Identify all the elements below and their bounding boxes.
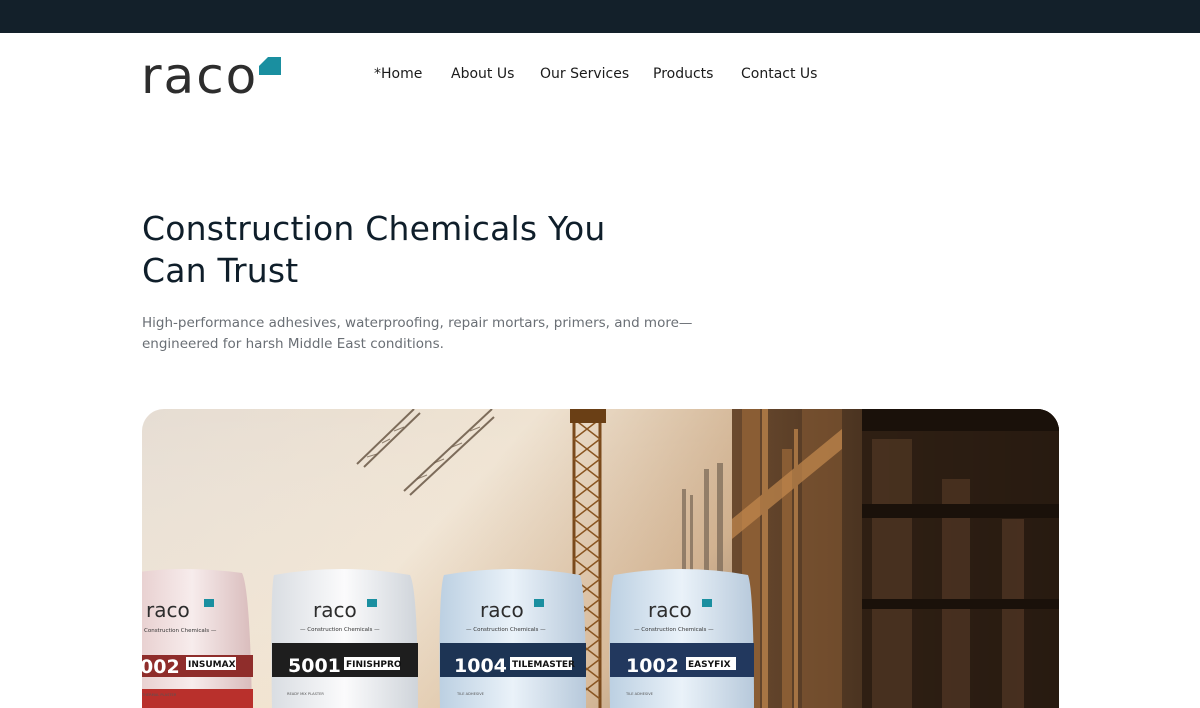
hero-subtitle: High-performance adhesives, waterproofin… — [142, 313, 702, 355]
nav-about-us[interactable]: About Us — [451, 66, 514, 82]
svg-text:TILE ADHESIVE: TILE ADHESIVE — [625, 692, 654, 696]
svg-text:raco: raco — [648, 598, 692, 622]
svg-text:READY MIX PLASTER: READY MIX PLASTER — [287, 692, 324, 696]
nav-products[interactable]: Products — [653, 66, 713, 82]
logo-text: raco — [141, 47, 259, 105]
product-bag-3: raco — Construction Chemicals — 1004 TIL… — [439, 569, 586, 708]
svg-text:5001: 5001 — [288, 655, 341, 677]
svg-text:1004: 1004 — [454, 655, 507, 677]
svg-text:raco: raco — [313, 598, 357, 622]
construction-scene: raco Construction Chemicals — 002 INSUMA… — [142, 409, 1059, 708]
hero-subtitle-line-2: engineered for harsh Middle East conditi… — [142, 336, 444, 352]
svg-text:FINISHPRO: FINISHPRO — [346, 660, 402, 670]
hero-title: Construction Chemicals You Can Trust — [142, 208, 702, 292]
top-bar — [0, 0, 1200, 33]
nav-our-services[interactable]: Our Services — [540, 66, 629, 82]
hero-image: raco Construction Chemicals — 002 INSUMA… — [142, 409, 1059, 708]
svg-text:1002: 1002 — [626, 655, 679, 677]
site-logo[interactable]: raco — [141, 51, 283, 101]
svg-text:— Construction Chemicals —: — Construction Chemicals — — [300, 627, 380, 633]
svg-text:TILEMASTER: TILEMASTER — [512, 660, 575, 670]
nav-contact-us[interactable]: Contact Us — [741, 66, 817, 82]
svg-text:— Construction Chemicals —: — Construction Chemicals — — [466, 627, 546, 633]
product-bag-2: raco — Construction Chemicals — 5001 FIN… — [271, 569, 418, 708]
hero-title-line-1: Construction Chemicals You — [142, 209, 606, 248]
logo-accent-icon — [259, 57, 281, 75]
svg-text:THERMAL PLASTER: THERMAL PLASTER — [142, 693, 177, 697]
svg-text:EASYFIX: EASYFIX — [688, 660, 731, 670]
svg-text:002: 002 — [142, 656, 180, 678]
product-bag-4: raco — Construction Chemicals — 1002 EAS… — [609, 569, 754, 708]
svg-text:raco: raco — [480, 598, 524, 622]
hero-title-line-2: Can Trust — [142, 251, 299, 290]
svg-text:TILE ADHESIVE: TILE ADHESIVE — [456, 692, 485, 696]
svg-text:Construction Chemicals —: Construction Chemicals — — [144, 628, 217, 634]
hero-subtitle-line-1: High-performance adhesives, waterproofin… — [142, 315, 693, 331]
svg-text:raco: raco — [146, 598, 190, 622]
product-bag-1: raco Construction Chemicals — 002 INSUMA… — [142, 569, 253, 708]
svg-text:— Construction Chemicals —: — Construction Chemicals — — [634, 627, 714, 633]
svg-text:INSUMAX: INSUMAX — [188, 660, 236, 670]
nav-home[interactable]: *Home — [374, 66, 422, 82]
